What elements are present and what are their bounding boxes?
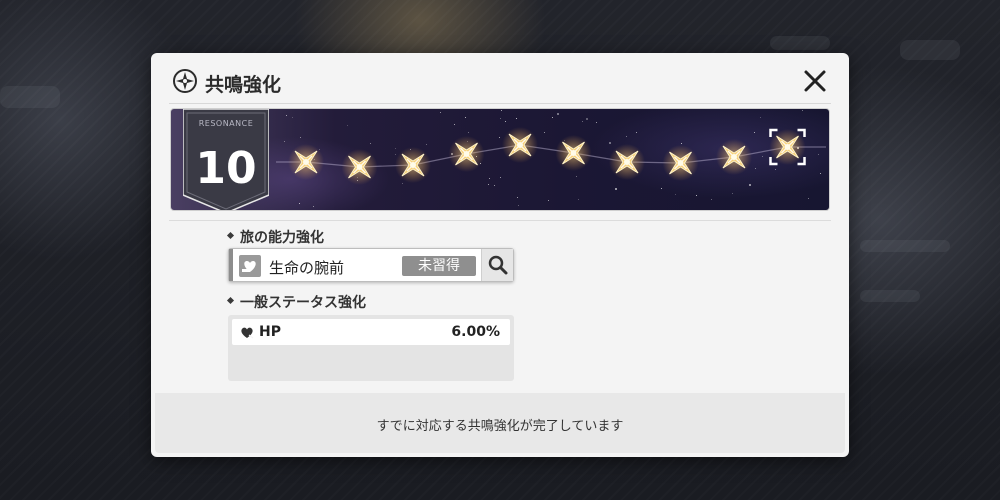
- resonance-node[interactable]: [341, 149, 378, 185]
- heart-hand-icon: [239, 255, 261, 277]
- general-stats-panel: HP 6.00%: [228, 315, 514, 381]
- background-ui-element: [770, 36, 830, 50]
- travel-ability-card[interactable]: 生命の腕前 未習得: [228, 248, 514, 282]
- background-ui-element: [900, 40, 960, 60]
- resonance-track: RESONANCE 10: [170, 108, 830, 211]
- ability-detail-button[interactable]: [481, 249, 513, 281]
- resonance-node[interactable]: [502, 127, 538, 163]
- resonance-node[interactable]: [288, 144, 324, 180]
- background-ui-element: [0, 86, 60, 108]
- resonance-node[interactable]: [609, 144, 645, 180]
- resonance-node[interactable]: [769, 129, 806, 165]
- dialog-footer: すでに対応する共鳴強化が完了しています: [155, 393, 845, 453]
- background-ui-element: [860, 290, 920, 302]
- magnifier-icon: [488, 255, 508, 275]
- dialog-header: 共鳴強化: [151, 53, 849, 103]
- stat-row: HP 6.00%: [232, 319, 510, 345]
- stat-name: HP: [259, 324, 281, 340]
- resonance-node[interactable]: [395, 147, 431, 183]
- resonance-node[interactable]: [555, 135, 592, 171]
- section-divider: [169, 220, 831, 221]
- travel-ability-heading: 旅の能力強化: [228, 227, 324, 247]
- close-button[interactable]: [803, 69, 827, 93]
- ability-status-badge: 未習得: [402, 256, 476, 276]
- close-icon: [804, 70, 826, 92]
- completion-message: すでに対応する共鳴強化が完了しています: [376, 419, 624, 434]
- resonance-node[interactable]: [716, 139, 752, 175]
- resonance-node[interactable]: [662, 145, 699, 181]
- resonance-node[interactable]: [448, 136, 485, 172]
- heart-icon: [241, 327, 254, 339]
- resonance-nodes: [276, 127, 826, 185]
- header-divider: [169, 103, 831, 104]
- background-ui-element: [860, 240, 950, 252]
- dialog-title: 共鳴強化: [205, 74, 282, 96]
- resonance-dialog: 共鳴強化 RESONANCE 10 旅の能力強化 生命の腕前 未習得 一般ステー…: [151, 53, 849, 457]
- stat-value: 6.00%: [451, 324, 500, 340]
- ability-name: 生命の腕前: [269, 259, 345, 277]
- general-stats-heading: 一般ステータス強化: [228, 292, 366, 312]
- card-accent: [229, 249, 233, 281]
- compass-star-icon: [173, 69, 197, 93]
